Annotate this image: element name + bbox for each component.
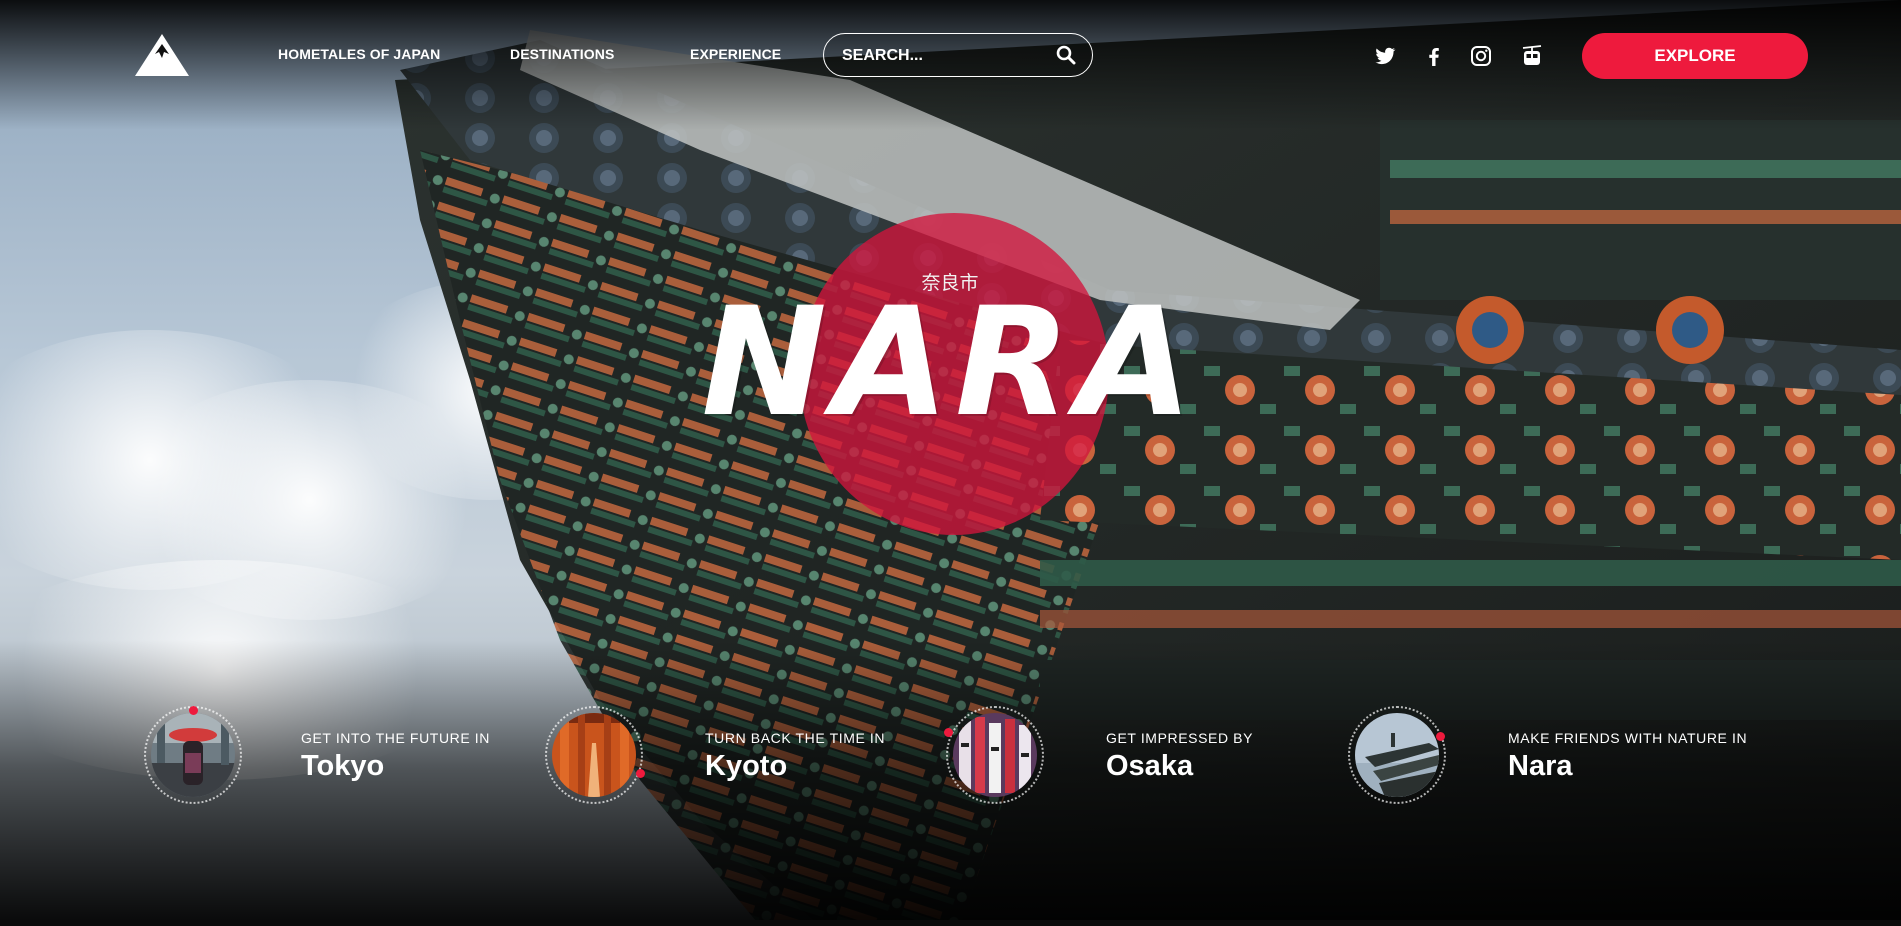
destination-kicker: GET IMPRESSED BY — [1106, 730, 1254, 746]
destination-name: Tokyo — [301, 750, 385, 782]
destination-thumbnail — [144, 706, 244, 806]
destination-name: Nara — [1508, 750, 1573, 782]
facebook-icon[interactable] — [1422, 44, 1446, 68]
kyoto-image — [552, 713, 636, 797]
destination-name: Osaka — [1106, 750, 1194, 782]
thumbnail-dot — [636, 769, 645, 778]
search-box — [823, 33, 1093, 77]
osaka-image — [953, 713, 1037, 797]
instagram-icon[interactable] — [1469, 44, 1493, 68]
nav-experience[interactable]: EXPERIENCE — [690, 46, 781, 62]
mountain-logo-icon — [135, 34, 189, 76]
thumbnail-dot — [1436, 732, 1445, 741]
destination-kicker: GET INTO THE FUTURE IN — [301, 730, 490, 746]
thumbnail-dot — [189, 706, 198, 715]
destination-thumbnail — [1348, 706, 1448, 806]
search-icon[interactable] — [1056, 45, 1076, 65]
twitter-icon[interactable] — [1373, 44, 1397, 68]
destination-thumbnail — [545, 706, 645, 806]
logo-link[interactable] — [133, 32, 191, 78]
search-input[interactable] — [840, 44, 1044, 68]
destination-thumbnail — [944, 706, 1046, 806]
nara-image — [1355, 713, 1439, 797]
explore-button[interactable]: EXPLORE — [1582, 33, 1808, 79]
destination-kicker: TURN BACK THE TIME IN — [705, 730, 886, 746]
nav-destinations[interactable]: DESTINATIONS — [510, 46, 614, 62]
destination-name: Kyoto — [705, 750, 788, 782]
hero-title: NARA — [701, 276, 1199, 450]
bottom-strip — [0, 920, 1901, 926]
nav-hometales-of-japan[interactable]: HOMETALES OF JAPAN — [278, 46, 440, 62]
site-header: HOMETALES OF JAPAN DESTINATIONS EXPERIEN… — [0, 0, 1901, 110]
destination-osaka[interactable]: GET IMPRESSED BY Osaka — [944, 706, 1326, 806]
tokyo-image — [151, 713, 235, 797]
destination-kyoto[interactable]: TURN BACK THE TIME IN Kyoto — [545, 706, 925, 806]
destination-tokyo[interactable]: GET INTO THE FUTURE IN Tokyo — [144, 706, 524, 806]
destination-nara[interactable]: MAKE FRIENDS WITH NATURE IN Nara — [1348, 706, 1747, 806]
thumbnail-dot — [944, 728, 953, 737]
destination-kicker: MAKE FRIENDS WITH NATURE IN — [1508, 730, 1748, 746]
cable-car-icon[interactable] — [1520, 44, 1544, 68]
